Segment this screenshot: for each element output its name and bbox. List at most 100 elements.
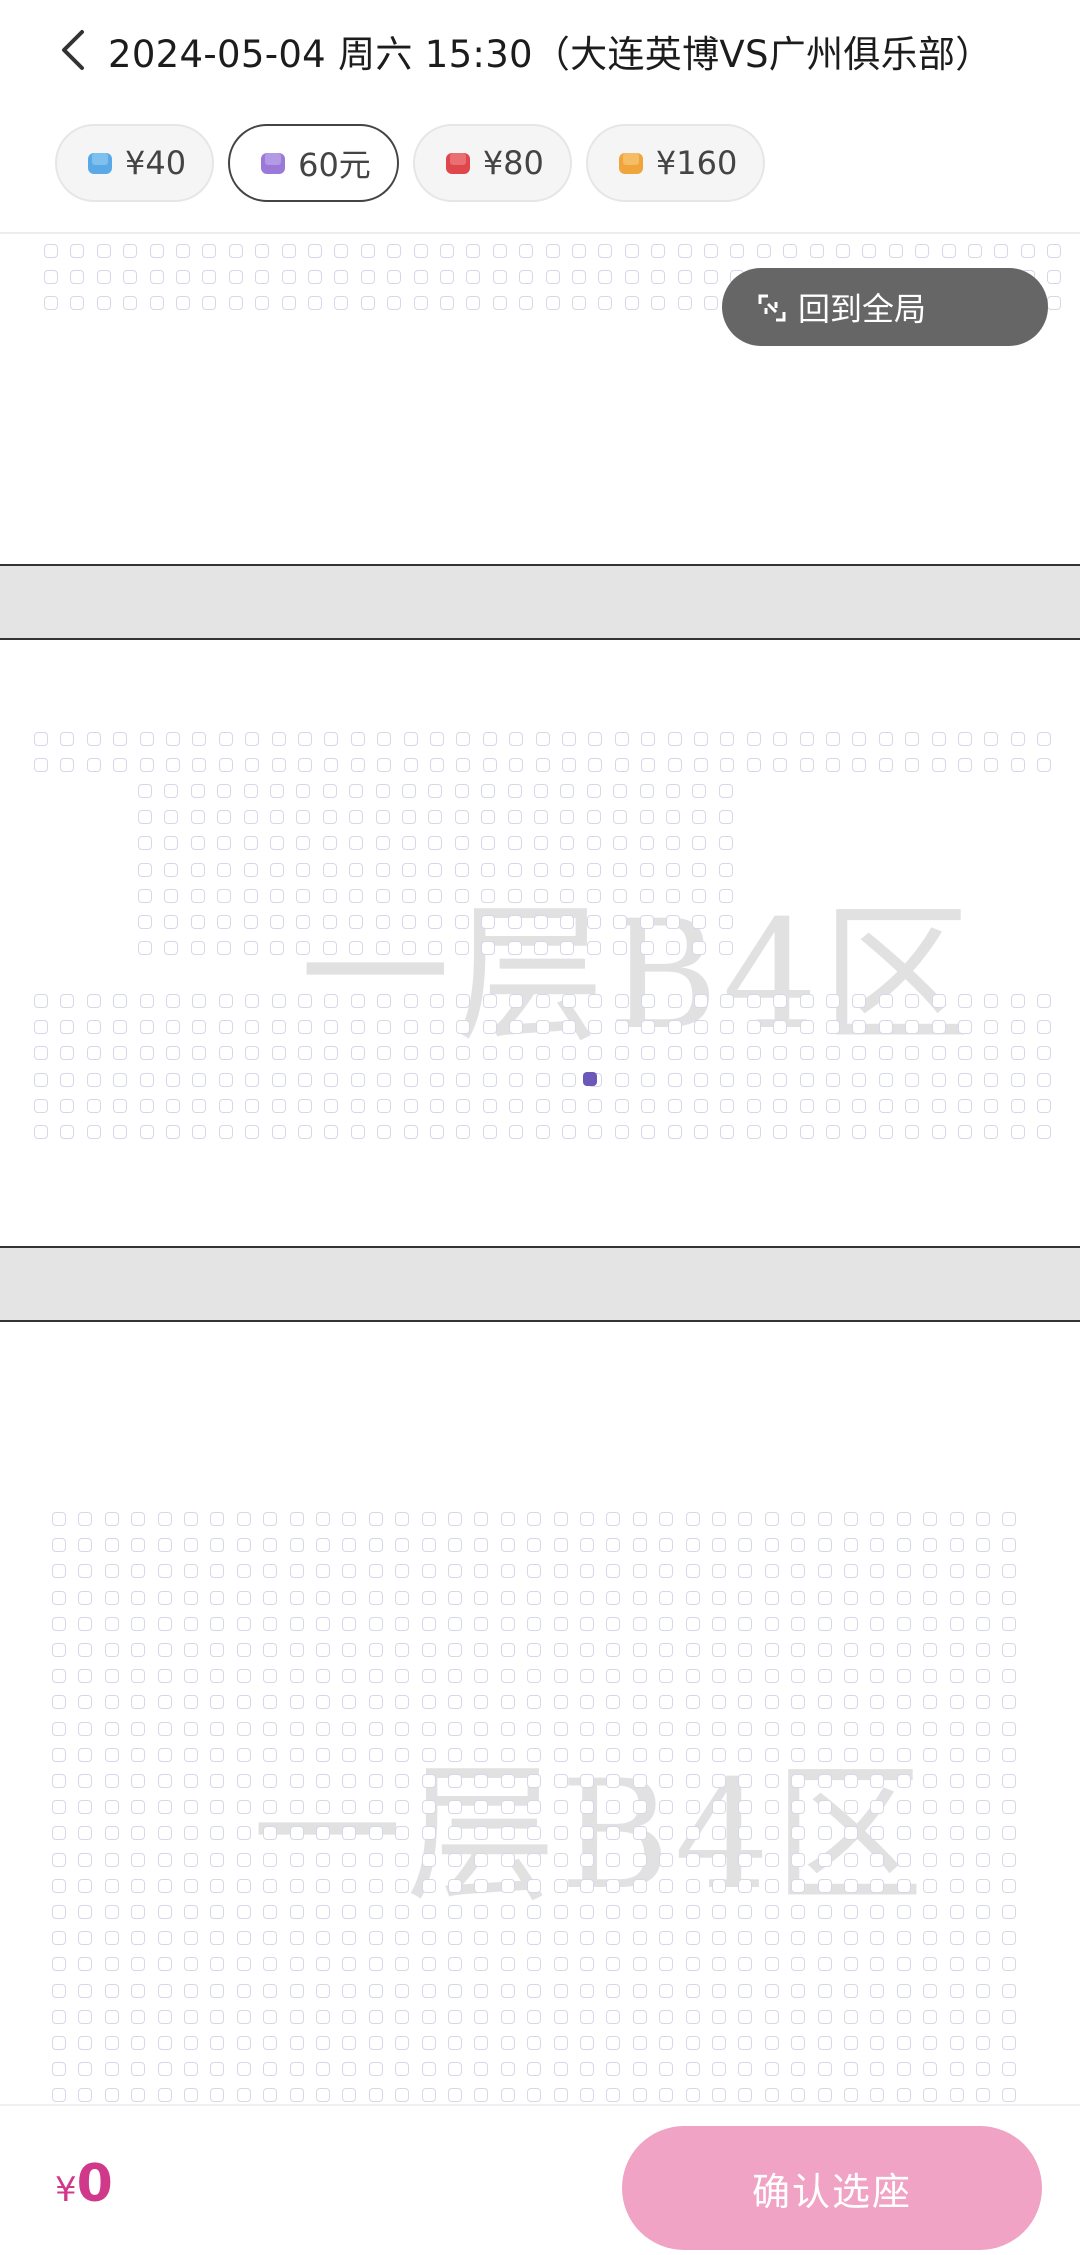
seat[interactable]	[738, 1800, 753, 1815]
seat[interactable]	[52, 1512, 66, 1526]
seat[interactable]	[236, 1800, 251, 1815]
seat[interactable]	[718, 888, 733, 903]
seat[interactable]	[421, 1695, 436, 1710]
seat[interactable]	[157, 1826, 172, 1841]
seat[interactable]	[448, 1878, 462, 1893]
seat[interactable]	[210, 2062, 225, 2077]
seat[interactable]	[308, 296, 322, 310]
seat[interactable]	[791, 1852, 806, 1867]
seat[interactable]	[342, 1983, 357, 1998]
seat[interactable]	[123, 270, 138, 284]
seat[interactable]	[659, 1643, 674, 1657]
seat[interactable]	[984, 758, 999, 773]
seat[interactable]	[632, 1931, 647, 1946]
seat[interactable]	[184, 1590, 198, 1605]
seat[interactable]	[1002, 1852, 1017, 1867]
seat[interactable]	[500, 1721, 515, 1736]
seat[interactable]	[826, 732, 840, 746]
seat[interactable]	[131, 2088, 146, 2103]
seat[interactable]	[403, 758, 418, 773]
seat[interactable]	[52, 1957, 66, 1972]
seat[interactable]	[878, 758, 893, 773]
seat[interactable]	[949, 1957, 964, 1972]
seat[interactable]	[96, 270, 111, 284]
seat[interactable]	[534, 784, 548, 798]
seat[interactable]	[659, 1905, 674, 1919]
seat[interactable]	[500, 1747, 515, 1762]
seat[interactable]	[817, 1878, 832, 1893]
seat[interactable]	[166, 1046, 180, 1061]
seat[interactable]	[308, 244, 322, 258]
seat[interactable]	[78, 1957, 93, 1972]
seat[interactable]	[86, 758, 101, 773]
seat[interactable]	[218, 758, 233, 773]
seat[interactable]	[60, 994, 75, 1008]
seat[interactable]	[553, 1538, 568, 1553]
seat[interactable]	[113, 994, 128, 1008]
seat[interactable]	[270, 888, 284, 903]
seat[interactable]	[466, 296, 481, 310]
seat[interactable]	[113, 1046, 128, 1061]
seat[interactable]	[210, 1931, 225, 1946]
seat[interactable]	[896, 1747, 911, 1762]
seat[interactable]	[322, 810, 337, 825]
seat[interactable]	[1002, 1983, 1017, 1998]
seat[interactable]	[421, 1564, 436, 1579]
seat[interactable]	[334, 270, 349, 284]
seat[interactable]	[123, 244, 138, 258]
seat[interactable]	[949, 2009, 964, 2024]
seat[interactable]	[448, 1512, 462, 1526]
seat[interactable]	[1010, 758, 1025, 773]
seat[interactable]	[78, 2009, 93, 2024]
seat[interactable]	[52, 1590, 66, 1605]
seat[interactable]	[641, 732, 656, 746]
seat[interactable]	[500, 1931, 515, 1946]
seat[interactable]	[263, 2062, 278, 2077]
seat[interactable]	[666, 888, 680, 903]
seat[interactable]	[976, 1905, 990, 1919]
seat[interactable]	[448, 1774, 462, 1788]
seat[interactable]	[896, 1616, 911, 1631]
seat[interactable]	[632, 1800, 647, 1815]
seat[interactable]	[659, 1852, 674, 1867]
seat[interactable]	[236, 1747, 251, 1762]
seat[interactable]	[375, 941, 390, 956]
seat[interactable]	[923, 1852, 938, 1867]
seat[interactable]	[474, 1905, 489, 1919]
seat[interactable]	[316, 2009, 330, 2024]
seat[interactable]	[360, 244, 375, 258]
seat[interactable]	[712, 2009, 726, 2024]
seat[interactable]	[659, 2036, 674, 2050]
seat[interactable]	[659, 1590, 674, 1605]
seat[interactable]	[844, 1774, 858, 1788]
seat[interactable]	[949, 1800, 964, 1815]
seat[interactable]	[421, 2036, 436, 2050]
seat[interactable]	[96, 296, 111, 310]
seat[interactable]	[52, 1878, 66, 1893]
seat[interactable]	[298, 732, 312, 746]
seat[interactable]	[659, 1695, 674, 1710]
seat[interactable]	[694, 1098, 708, 1113]
seat[interactable]	[157, 1538, 172, 1553]
seat[interactable]	[844, 1564, 858, 1579]
seat[interactable]	[527, 2088, 542, 2103]
seat[interactable]	[746, 758, 761, 773]
seat[interactable]	[236, 1538, 251, 1553]
seat[interactable]	[1002, 2009, 1017, 2024]
seat[interactable]	[421, 1774, 436, 1788]
seat[interactable]	[454, 915, 469, 929]
seat[interactable]	[131, 1643, 146, 1657]
seat[interactable]	[791, 1878, 806, 1893]
seat[interactable]	[586, 915, 601, 929]
seat[interactable]	[923, 1747, 938, 1762]
seat[interactable]	[52, 1747, 66, 1762]
seat[interactable]	[157, 2009, 172, 2024]
seat[interactable]	[138, 862, 152, 877]
seat[interactable]	[368, 1774, 383, 1788]
seat[interactable]	[534, 915, 548, 929]
seat[interactable]	[580, 1826, 594, 1841]
seat[interactable]	[572, 244, 586, 258]
seat[interactable]	[395, 1538, 410, 1553]
seat[interactable]	[826, 1020, 840, 1035]
seat[interactable]	[474, 1538, 489, 1553]
